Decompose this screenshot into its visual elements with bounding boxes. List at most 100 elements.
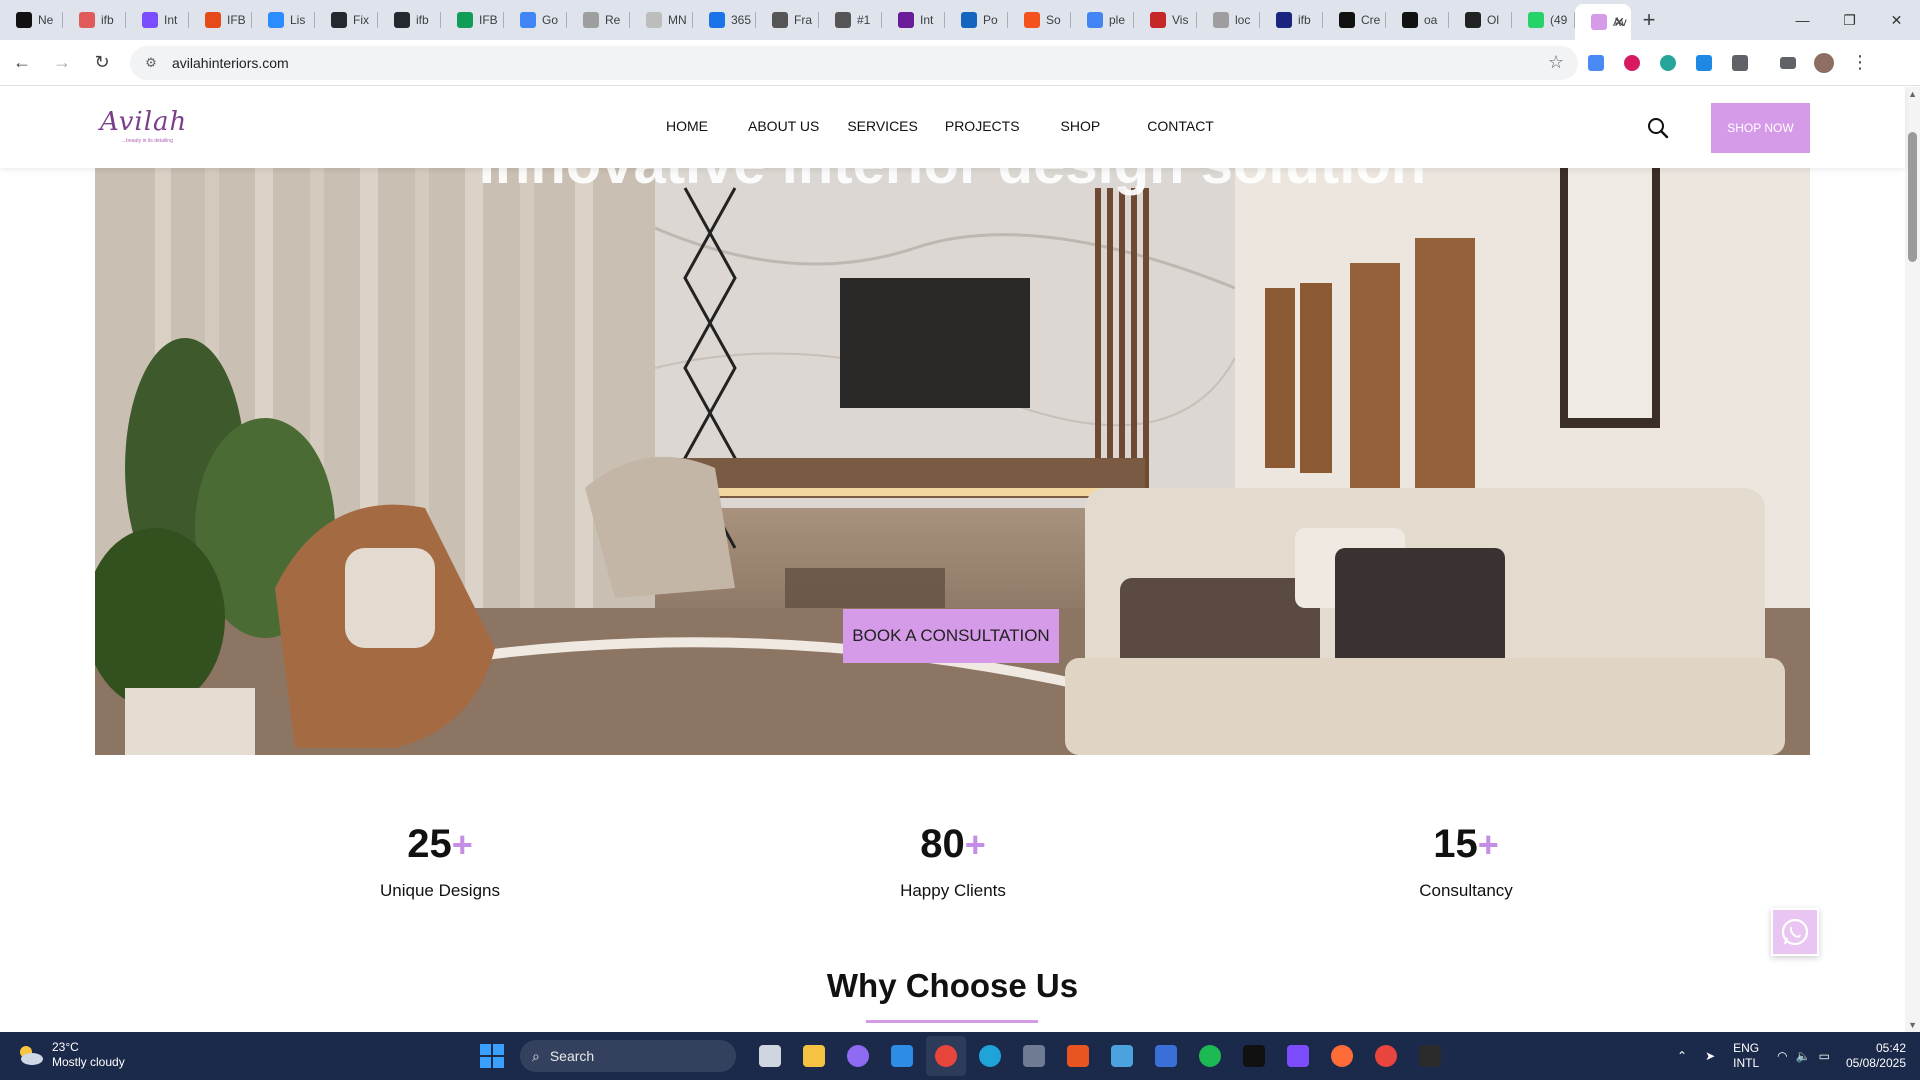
file-explorer-icon[interactable] <box>794 1036 834 1076</box>
book-consultation-button[interactable]: BOOK A CONSULTATION <box>843 609 1059 663</box>
nav-item-services[interactable]: SERVICES <box>847 118 918 134</box>
clock-time: 05:42 <box>1875 1041 1906 1055</box>
restore-icon[interactable]: ❐ <box>1826 0 1873 40</box>
browser-tab[interactable]: Cre <box>1323 0 1386 40</box>
browser-tab[interactable]: Lis <box>252 0 315 40</box>
extension-icon[interactable] <box>1686 45 1722 81</box>
cloudy-weather-icon <box>20 1046 43 1065</box>
clock[interactable]: 05:42 05/08/2025 <box>1846 1041 1906 1071</box>
nav-item-home[interactable]: HOME <box>666 118 708 134</box>
site-header: Avilah ...beauty in its detailing HOME A… <box>0 87 1905 168</box>
extensions-puzzle-icon[interactable] <box>1722 45 1758 81</box>
extension-icon[interactable] <box>1578 45 1614 81</box>
weather-widget[interactable]: 23°C Mostly cloudy <box>16 1040 125 1070</box>
scroll-down-arrow-icon[interactable]: ▼ <box>1908 1020 1917 1030</box>
battery-icon[interactable]: ▭ <box>1819 1049 1830 1063</box>
close-tab-icon[interactable]: ✕ <box>1613 14 1625 31</box>
app-icon[interactable] <box>1278 1036 1318 1076</box>
scrollbar-thumb[interactable] <box>1908 132 1917 262</box>
scroll-up-arrow-icon[interactable]: ▲ <box>1908 89 1917 99</box>
terminal-icon[interactable] <box>1410 1036 1450 1076</box>
windows-start-icon[interactable] <box>480 1044 504 1068</box>
browser-tab[interactable]: Po <box>945 0 1008 40</box>
store-icon[interactable] <box>1146 1036 1186 1076</box>
tab-favicon-icon <box>835 12 851 28</box>
browser-tab[interactable]: ifb <box>378 0 441 40</box>
site-info-icon[interactable]: ⚙ <box>142 54 160 72</box>
browser-tab[interactable]: Vis <box>1134 0 1197 40</box>
browser-tab-active[interactable]: Av ✕ <box>1575 4 1631 40</box>
copilot-icon[interactable] <box>838 1036 878 1076</box>
browser-tab[interactable]: ifb <box>63 0 126 40</box>
page-scrollbar[interactable]: ▲ ▼ <box>1905 87 1920 1032</box>
chrome-icon[interactable] <box>926 1036 966 1076</box>
browser-tab[interactable]: Re <box>567 0 630 40</box>
profile-avatar[interactable] <box>1806 45 1842 81</box>
close-window-icon[interactable]: ✕ <box>1873 0 1920 40</box>
browser-tab[interactable]: #1 <box>819 0 882 40</box>
notepad-icon[interactable] <box>1102 1036 1142 1076</box>
taskbar-search[interactable]: ⌕ Search <box>520 1040 736 1072</box>
reading-mode-icon[interactable] <box>1770 45 1806 81</box>
address-bar[interactable]: ⚙ avilahinteriors.com ☆ <box>130 45 1578 80</box>
browser-tab[interactable]: Go <box>504 0 567 40</box>
new-tab-button[interactable]: + <box>1631 2 1667 38</box>
browser-tab[interactable]: Int <box>126 0 189 40</box>
nav-item-contact[interactable]: CONTACT <box>1147 118 1214 134</box>
browser-tab[interactable]: IFB <box>441 0 504 40</box>
calculator-icon[interactable] <box>1014 1036 1054 1076</box>
nav-item-projects[interactable]: PROJECTS <box>945 118 1020 134</box>
tab-favicon-icon <box>457 12 473 28</box>
search-icon[interactable] <box>1647 117 1669 139</box>
extension-icon[interactable] <box>1614 45 1650 81</box>
tab-favicon-icon <box>1528 12 1544 28</box>
browser-menu-icon[interactable]: ⋮ <box>1842 45 1878 81</box>
tab-title: Po <box>983 13 998 27</box>
volume-icon[interactable]: 🔈 <box>1796 1049 1811 1063</box>
forward-icon[interactable]: → <box>44 45 80 81</box>
vscode-icon[interactable] <box>882 1036 922 1076</box>
browser-tab[interactable]: 365 <box>693 0 756 40</box>
shop-now-button[interactable]: SHOP NOW <box>1711 103 1810 153</box>
taskbar-search-placeholder: Search <box>549 1048 595 1064</box>
tab-favicon-icon <box>268 12 284 28</box>
tab-title: ifb <box>101 13 114 27</box>
browser-tab[interactable]: oa <box>1386 0 1449 40</box>
reload-icon[interactable]: ↻ <box>84 45 120 81</box>
browser-tab[interactable]: (49 <box>1512 0 1575 40</box>
bookmark-star-icon[interactable]: ☆ <box>1548 52 1564 73</box>
browser-tab[interactable]: loc <box>1197 0 1260 40</box>
browser-tab[interactable]: Fra <box>756 0 819 40</box>
browser-tab[interactable]: Ne <box>0 0 63 40</box>
site-logo[interactable]: Avilah ...beauty in its detailing <box>100 107 190 147</box>
tab-title: Ol <box>1487 13 1499 27</box>
browser-tab[interactable]: Ol <box>1449 0 1512 40</box>
send-icon[interactable]: ➤ <box>1705 1049 1715 1063</box>
minimize-icon[interactable]: — <box>1779 0 1826 40</box>
nav-item-shop[interactable]: SHOP <box>1061 118 1101 134</box>
edge-icon[interactable] <box>970 1036 1010 1076</box>
postman-icon[interactable] <box>1322 1036 1362 1076</box>
nav-item-about-us[interactable]: ABOUT US <box>748 118 819 134</box>
app-icon[interactable] <box>1234 1036 1274 1076</box>
browser-tab[interactable]: Fix <box>315 0 378 40</box>
whatsapp-chat-button[interactable] <box>1771 908 1819 956</box>
tab-title: Fix <box>353 13 369 27</box>
ubuntu-icon[interactable] <box>1058 1036 1098 1076</box>
browser-tab[interactable]: MN <box>630 0 693 40</box>
task-view-icon[interactable] <box>750 1036 790 1076</box>
main-navigation: HOME ABOUT US SERVICES PROJECTS SHOP CON… <box>666 118 1214 134</box>
wifi-icon[interactable]: ◠ <box>1777 1049 1787 1063</box>
browser-tab[interactable]: So <box>1008 0 1071 40</box>
tab-title: Re <box>605 13 621 27</box>
language-indicator[interactable]: ENG INTL <box>1733 1041 1759 1071</box>
browser-tab[interactable]: ple <box>1071 0 1134 40</box>
browser-tab[interactable]: Int <box>882 0 945 40</box>
back-icon[interactable]: ← <box>4 45 40 81</box>
chevron-up-icon[interactable]: ⌃ <box>1677 1049 1687 1063</box>
spotify-icon[interactable] <box>1190 1036 1230 1076</box>
chrome-icon[interactable] <box>1366 1036 1406 1076</box>
extension-icon[interactable] <box>1650 45 1686 81</box>
browser-tab[interactable]: IFB <box>189 0 252 40</box>
browser-tab[interactable]: ifb <box>1260 0 1323 40</box>
